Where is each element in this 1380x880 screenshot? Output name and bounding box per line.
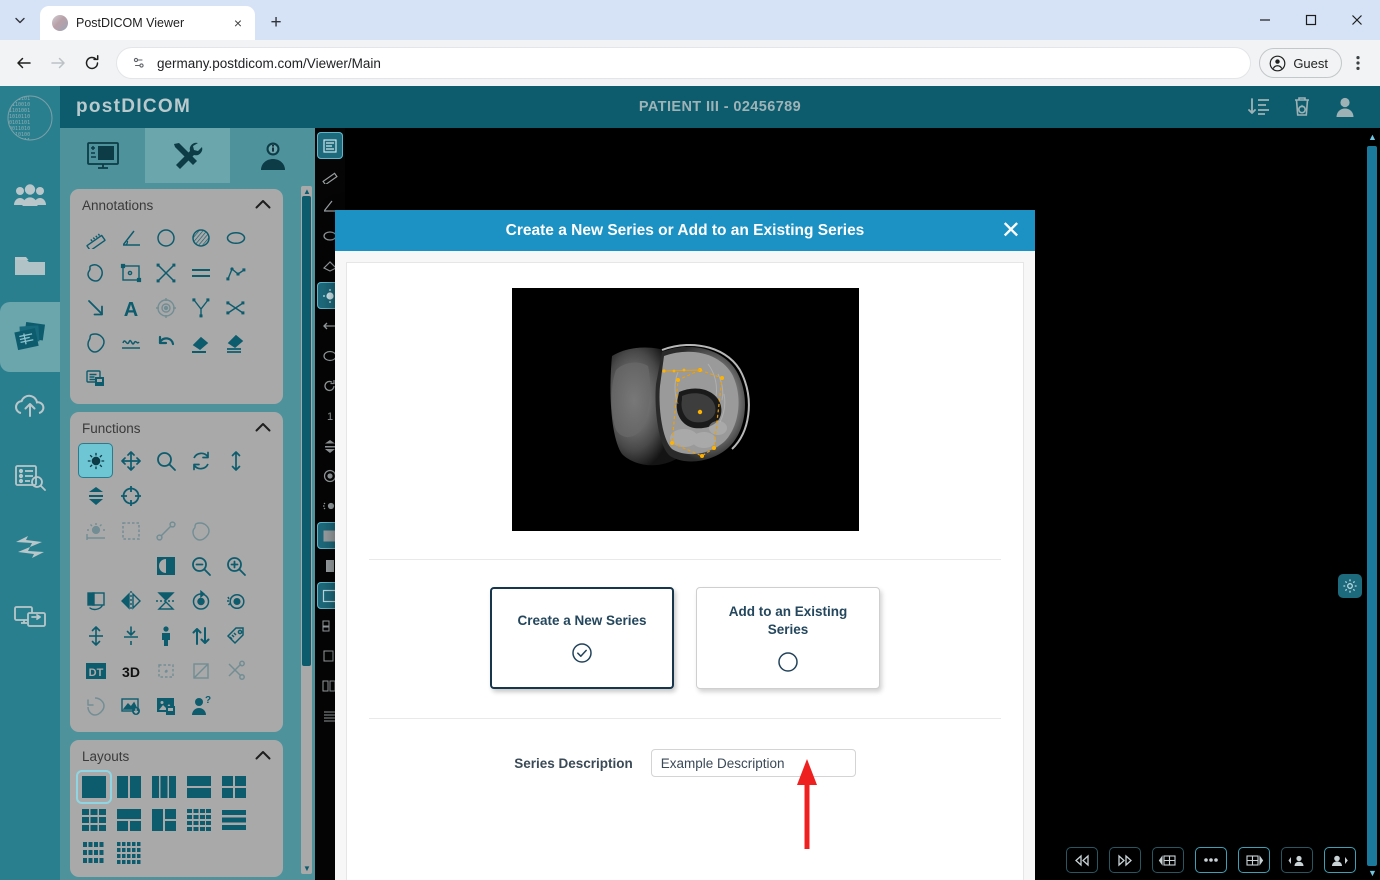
reload-button[interactable]: [76, 47, 108, 79]
series-description-row: Series Description: [347, 749, 1023, 777]
new-tab-button[interactable]: +: [261, 8, 291, 38]
choice-create-new-series[interactable]: Create a New Series: [490, 587, 674, 689]
globe-favicon: [52, 15, 68, 31]
site-settings-icon[interactable]: [131, 55, 147, 71]
red-pointer-arrow: [796, 759, 818, 849]
address-bar-url: germany.postdicom.com/Viewer/Main: [157, 56, 381, 71]
postdicom-app: 0100110110110010 0110100111010110 001011…: [0, 86, 1380, 880]
dialog-body: Create a New Series Add to an Existing S…: [346, 262, 1024, 880]
tab-list-chevron-icon[interactable]: [0, 0, 40, 40]
dicom-preview-image[interactable]: [512, 288, 859, 531]
profile-label: Guest: [1293, 56, 1328, 71]
tab-title: PostDICOM Viewer: [76, 16, 221, 30]
browser-tab[interactable]: PostDICOM Viewer ×: [40, 6, 255, 40]
window-controls: [1242, 0, 1380, 40]
preview-wrapper: [347, 263, 1023, 531]
dialog-title: Create a New Series or Add to an Existin…: [506, 222, 865, 240]
profile-chip[interactable]: Guest: [1259, 48, 1342, 78]
series-choice-group: Create a New Series Add to an Existing S…: [347, 587, 1023, 689]
divider-bottom: [369, 718, 1001, 719]
browser-tab-strip: PostDICOM Viewer × +: [0, 0, 1380, 40]
address-bar[interactable]: germany.postdicom.com/Viewer/Main: [116, 47, 1251, 79]
choice-add-existing-series-label: Add to an Existing Series: [709, 603, 867, 638]
modal-overlay: Create a New Series or Add to an Existin…: [0, 86, 1380, 880]
choice-add-existing-series[interactable]: Add to an Existing Series: [696, 587, 880, 689]
browser-toolbar: germany.postdicom.com/Viewer/Main Guest: [0, 40, 1380, 86]
account-circle-icon: [1269, 55, 1286, 72]
create-series-dialog: Create a New Series or Add to an Existin…: [335, 210, 1035, 880]
series-description-label: Series Description: [514, 756, 633, 771]
window-close-button[interactable]: [1334, 0, 1380, 40]
divider-top: [369, 559, 1001, 560]
dialog-header: Create a New Series or Add to an Existin…: [335, 210, 1035, 251]
window-minimize-button[interactable]: [1242, 0, 1288, 40]
dialog-close-icon[interactable]: ✕: [1001, 219, 1021, 243]
choice-create-new-series-label: Create a New Series: [517, 612, 646, 630]
kebab-menu-icon[interactable]: [1344, 47, 1372, 79]
check-circle-icon[interactable]: [571, 642, 593, 664]
series-description-input[interactable]: [651, 749, 856, 777]
back-button[interactable]: [8, 47, 40, 79]
empty-circle-icon[interactable]: [777, 651, 799, 673]
window-maximize-button[interactable]: [1288, 0, 1334, 40]
tab-close-icon[interactable]: ×: [229, 14, 247, 32]
forward-button[interactable]: [42, 47, 74, 79]
